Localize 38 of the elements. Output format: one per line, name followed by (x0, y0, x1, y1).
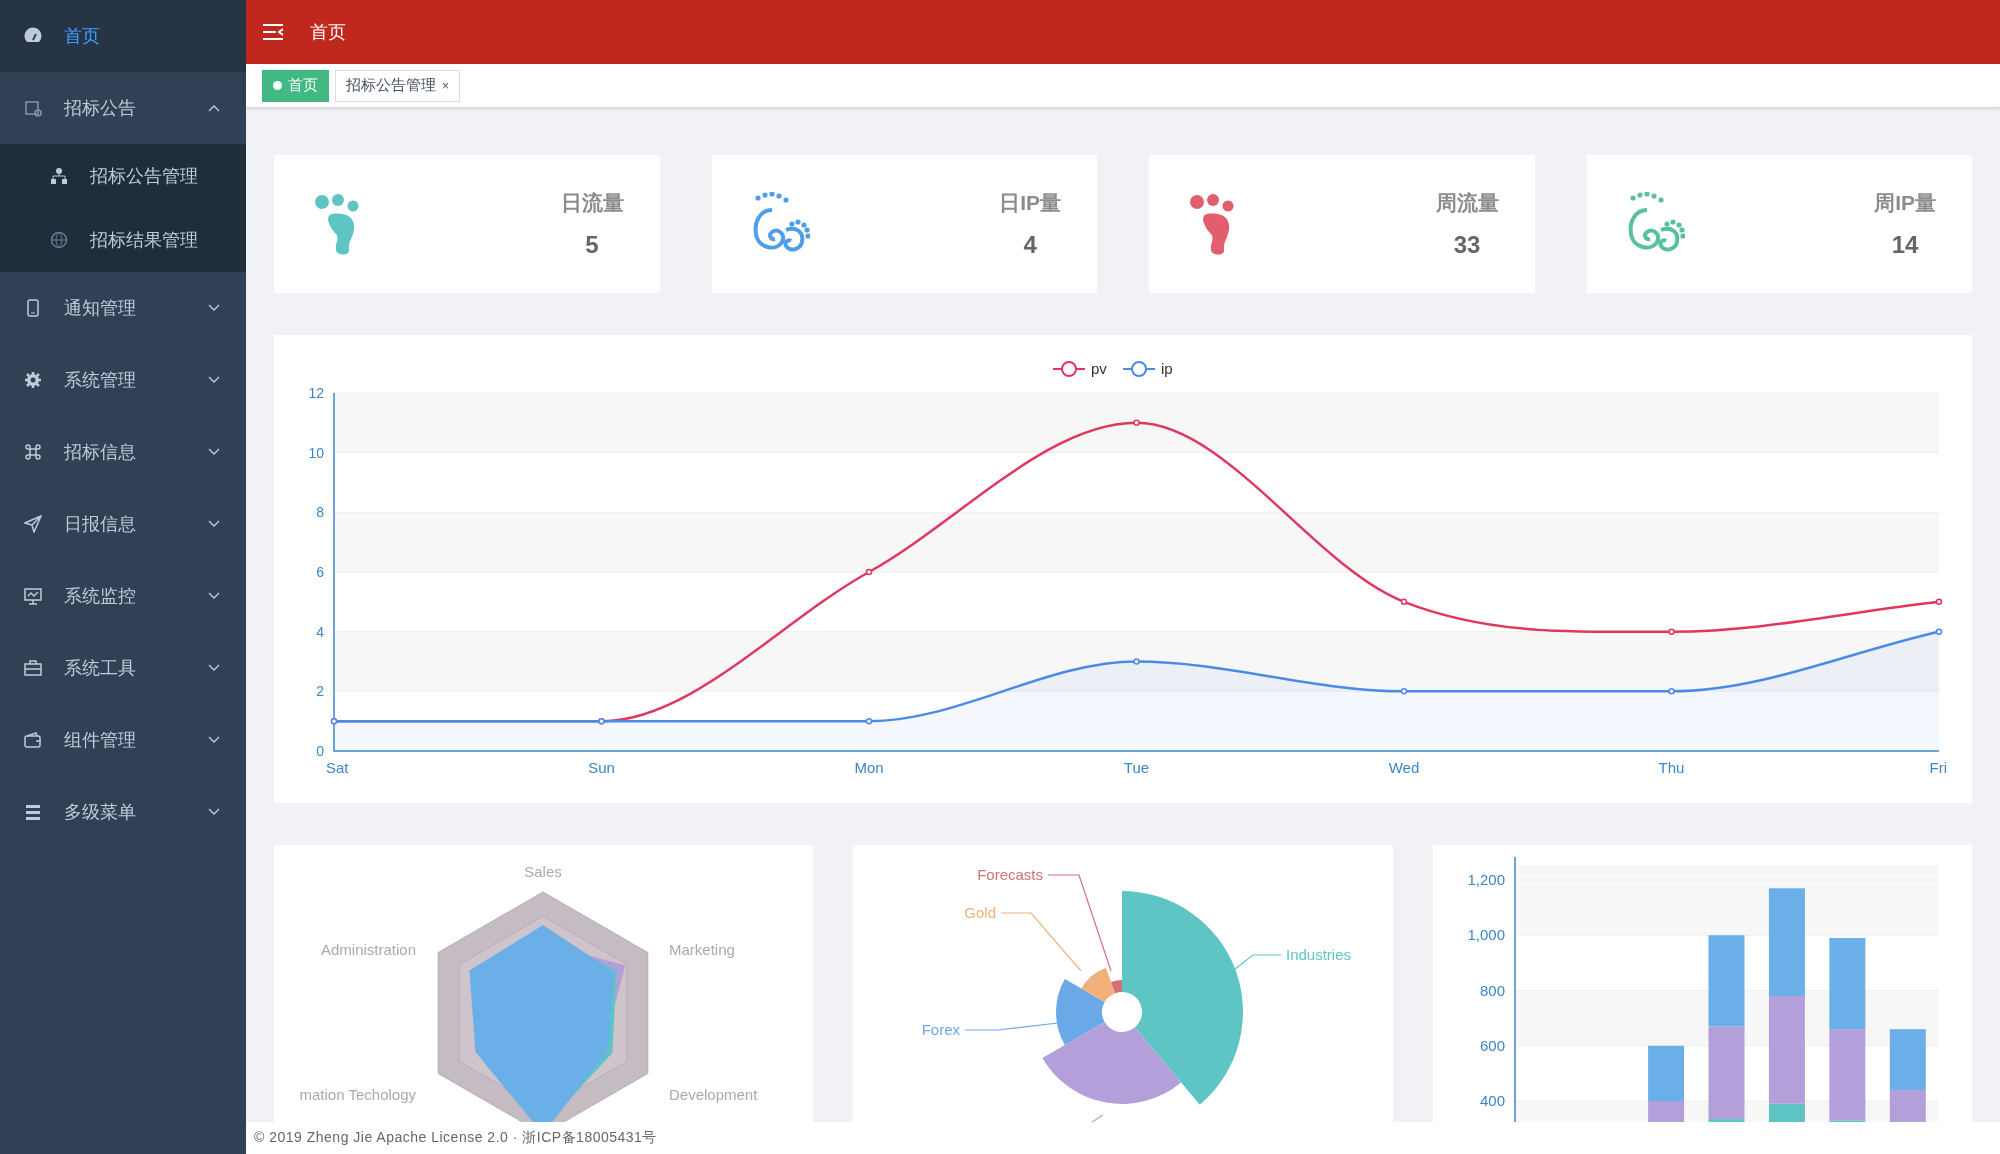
slice-label: Industries (1286, 946, 1352, 963)
y-tick-label: 8 (316, 504, 324, 521)
radar-axis-label: Development (669, 1086, 758, 1103)
y-tick-label: 2 (316, 683, 324, 700)
y-tick-label: 12 (308, 385, 324, 401)
x-tick-label: Thu (1658, 759, 1685, 776)
stat-label: 周IP量 (1874, 190, 1936, 216)
stat-value: 5 (585, 231, 599, 259)
page-title: 首页 (310, 21, 346, 44)
y-tick-label: 0 (316, 743, 324, 759)
y-tick-label: 10 (308, 444, 324, 461)
y-tick-label: 400 (1479, 1092, 1505, 1109)
slice-label: Gold (964, 904, 997, 921)
y-tick-label: 6 (316, 564, 324, 580)
footer-text: © 2019 Zheng Jie Apache License 2.0 · 浙ICP备18005431号 (254, 1129, 657, 1147)
y-tick-label: 600 (1479, 1036, 1505, 1054)
stat-label: 日IP量 (999, 190, 1061, 216)
radar-axis-label: Sales (524, 863, 562, 880)
slice-label: Forecasts (977, 866, 1044, 883)
radar-axis-label: mation Techology (299, 1086, 416, 1103)
x-tick-label: Tue (1123, 759, 1150, 776)
radar-axis-label: Administration (320, 941, 416, 958)
stat-value: 4 (1023, 231, 1037, 259)
x-tick-label: Fri (1929, 759, 1947, 776)
y-tick-label: 1,200 (1467, 871, 1505, 888)
slice-label: Forex (922, 1021, 961, 1038)
y-tick-label: 4 (316, 623, 324, 640)
y-tick-label: 1,000 (1467, 926, 1505, 944)
radar-axis-label: Marketing (669, 941, 735, 958)
x-tick-label: Sun (588, 759, 615, 776)
stat-label: 周流量 (1435, 190, 1499, 216)
stat-label: 日流量 (560, 190, 624, 216)
stat-value: 33 (1453, 231, 1481, 259)
x-tick-label: Mon (854, 759, 884, 776)
y-tick-label: 800 (1479, 981, 1505, 999)
stat-value: 14 (1891, 231, 1919, 259)
x-tick-label: Sat (326, 759, 349, 776)
x-tick-label: Wed (1388, 759, 1420, 776)
